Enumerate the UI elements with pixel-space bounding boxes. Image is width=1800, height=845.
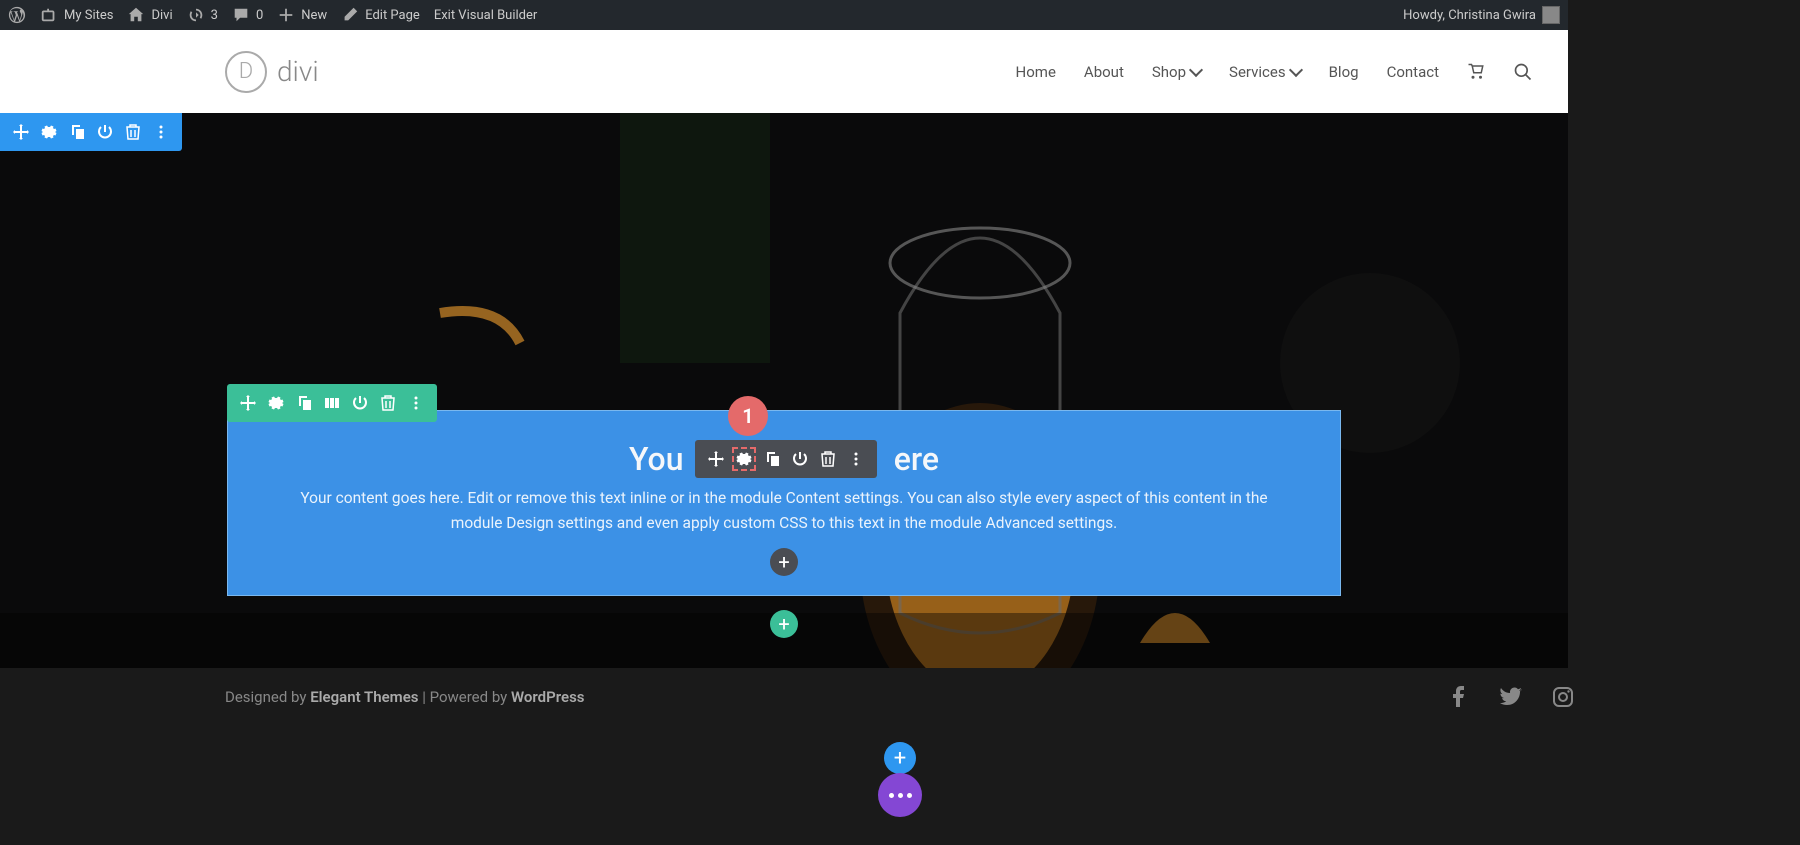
edit-page-label: Edit Page <box>365 8 420 23</box>
admin-bar-right: Howdy, Christina Gwira <box>1403 6 1560 24</box>
search-icon <box>1513 62 1533 82</box>
avatar <box>1542 6 1560 24</box>
row-move-button[interactable] <box>239 394 257 412</box>
section-toolbar <box>0 113 182 151</box>
edit-page-link[interactable]: Edit Page <box>341 6 420 24</box>
nav-shop[interactable]: Shop <box>1152 63 1201 81</box>
comment-icon <box>232 6 250 24</box>
nav-about-label: About <box>1084 63 1124 81</box>
my-sites-label: My Sites <box>64 8 113 23</box>
chevron-down-icon <box>1289 62 1303 76</box>
add-module-button[interactable]: + <box>770 548 798 576</box>
cart-icon <box>1467 63 1485 81</box>
section-settings-button[interactable] <box>40 123 58 141</box>
builder-menu-button[interactable] <box>878 773 922 817</box>
logo-text: divi <box>277 55 319 88</box>
chevron-down-icon <box>1189 62 1203 76</box>
add-section-button[interactable]: + <box>884 742 916 774</box>
site-name-link[interactable]: Divi <box>127 6 172 24</box>
exit-builder-label: Exit Visual Builder <box>434 8 537 23</box>
wp-logo[interactable] <box>8 6 26 24</box>
wp-admin-bar: My Sites Divi 3 0 New Edit Page Exit Vis… <box>0 0 1568 30</box>
module-title-right: ere <box>894 440 939 478</box>
nav-home-label: Home <box>1016 63 1056 81</box>
row-duplicate-button[interactable] <box>295 394 313 412</box>
nav-services[interactable]: Services <box>1229 63 1301 81</box>
wordpress-icon <box>8 6 26 24</box>
footer-platform-link[interactable]: WordPress <box>511 688 585 706</box>
footer-credits: Designed by Elegant Themes | Powered by … <box>225 688 585 706</box>
module-settings-button[interactable] <box>735 450 753 468</box>
pencil-icon <box>341 6 359 24</box>
nav-services-label: Services <box>1229 63 1286 81</box>
row-delete-button[interactable] <box>379 394 397 412</box>
module-more-button[interactable] <box>847 450 865 468</box>
my-sites-link[interactable]: My Sites <box>40 6 113 24</box>
facebook-icon[interactable] <box>1447 685 1471 709</box>
nav-contact-label: Contact <box>1387 63 1439 81</box>
nav-blog[interactable]: Blog <box>1329 63 1359 81</box>
row-columns-button[interactable] <box>323 394 341 412</box>
section-more-button[interactable] <box>152 123 170 141</box>
howdy-link[interactable]: Howdy, Christina Gwira <box>1403 6 1560 24</box>
row-more-button[interactable] <box>407 394 425 412</box>
module-body: Your content goes here. Edit or remove t… <box>288 486 1280 536</box>
add-row-button[interactable]: + <box>770 610 798 638</box>
nav-blog-label: Blog <box>1329 63 1359 81</box>
row-power-button[interactable] <box>351 394 369 412</box>
nav-shop-label: Shop <box>1152 63 1186 81</box>
site-name-label: Divi <box>151 8 172 23</box>
updates-link[interactable]: 3 <box>187 6 218 24</box>
module-duplicate-button[interactable] <box>763 450 781 468</box>
section-duplicate-button[interactable] <box>68 123 86 141</box>
comments-link[interactable]: 0 <box>232 6 263 24</box>
hero-section: You r Title Goes H ere Your content goes… <box>0 113 1568 668</box>
exit-builder-link[interactable]: Exit Visual Builder <box>434 8 537 23</box>
new-link[interactable]: New <box>277 6 327 24</box>
howdy-label: Howdy, Christina Gwira <box>1403 8 1536 23</box>
updates-count: 3 <box>211 8 218 23</box>
nav-home[interactable]: Home <box>1016 63 1056 81</box>
site-footer: Designed by Elegant Themes | Powered by … <box>0 668 1800 726</box>
footer-designed-by: Designed by <box>225 688 310 706</box>
footer-separator: | Powered by <box>418 688 511 706</box>
admin-bar-left: My Sites Divi 3 0 New Edit Page Exit Vis… <box>8 6 537 24</box>
module-power-button[interactable] <box>791 450 809 468</box>
refresh-icon <box>187 6 205 24</box>
network-icon <box>40 6 58 24</box>
footer-theme-link[interactable]: Elegant Themes <box>310 688 418 706</box>
plus-icon <box>277 6 295 24</box>
new-label: New <box>301 8 327 23</box>
annotation-number: 1 <box>742 404 753 428</box>
logo-mark: D <box>225 51 267 93</box>
site-header: D divi Home About Shop Services Blog Con… <box>0 30 1568 113</box>
section-delete-button[interactable] <box>124 123 142 141</box>
logo[interactable]: D divi <box>225 51 319 93</box>
module-toolbar <box>695 440 877 478</box>
nav-about[interactable]: About <box>1084 63 1124 81</box>
comments-count: 0 <box>256 8 263 23</box>
module-delete-button[interactable] <box>819 450 837 468</box>
module-title-left: You <box>629 440 683 478</box>
annotation-badge: 1 <box>728 396 768 436</box>
row-settings-button[interactable] <box>267 394 285 412</box>
footer-social <box>1447 685 1575 709</box>
section-power-button[interactable] <box>96 123 114 141</box>
section-move-button[interactable] <box>12 123 30 141</box>
nav-contact[interactable]: Contact <box>1387 63 1439 81</box>
main-nav: Home About Shop Services Blog Contact <box>1016 62 1533 82</box>
cart-link[interactable] <box>1467 63 1485 81</box>
search-link[interactable] <box>1513 62 1533 82</box>
home-icon <box>127 6 145 24</box>
twitter-icon[interactable] <box>1499 685 1523 709</box>
module-move-button[interactable] <box>707 450 725 468</box>
row-toolbar <box>227 384 437 422</box>
instagram-icon[interactable] <box>1551 685 1575 709</box>
